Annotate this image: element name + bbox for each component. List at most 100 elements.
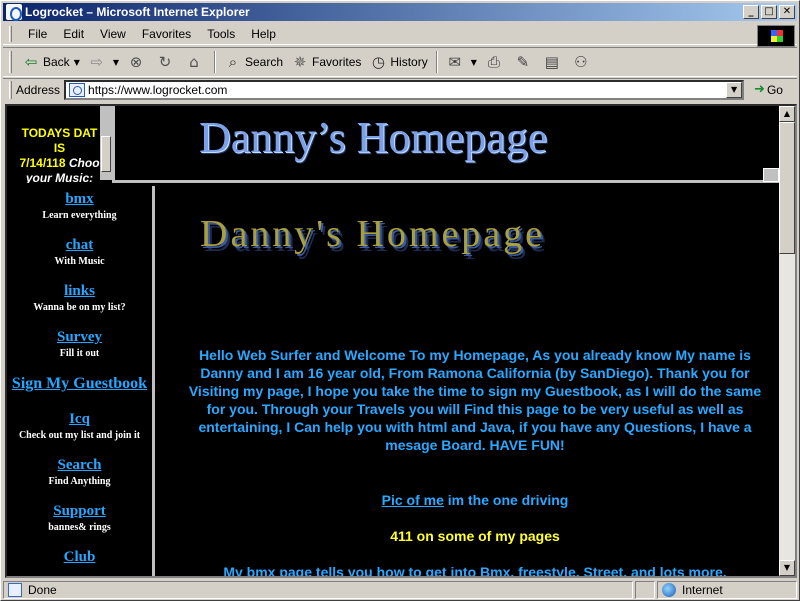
history-button[interactable]: ◷ History: [365, 50, 431, 74]
date-text: TODAYS DAT IS 7/14/118 Choo your Music:: [7, 106, 112, 183]
main-scrollbar[interactable]: ▲ ▼: [779, 106, 795, 576]
menu-help[interactable]: Help: [243, 27, 284, 41]
menu-edit[interactable]: Edit: [55, 27, 92, 41]
stop-button[interactable]: ⊗: [123, 50, 152, 74]
nav-link-support[interactable]: Support: [7, 503, 152, 520]
standard-toolbar: ⇦ Back ▼ ⇨ ▼ ⊗ ↻ ⌂ ⌕ Search ✵ Favorites …: [3, 47, 797, 77]
nav-sub-support: bannes& rings: [48, 522, 111, 533]
close-button[interactable]: ✕: [779, 5, 795, 19]
nav-link-guestbook[interactable]: Sign My Guestbook: [7, 375, 152, 393]
address-input[interactable]: [88, 82, 709, 97]
print-button[interactable]: ⎙: [481, 50, 510, 74]
refresh-button[interactable]: ↻: [152, 50, 181, 74]
print-icon: ⎙: [487, 53, 500, 71]
window-controls: _ □ ✕: [741, 5, 795, 19]
messenger-button[interactable]: ⚇: [568, 50, 597, 74]
favorites-button[interactable]: ✵ Favorites: [287, 50, 365, 74]
discuss-button[interactable]: ▤: [539, 50, 568, 74]
page-content: TODAYS DAT IS 7/14/118 Choo your Music: …: [5, 104, 797, 578]
home-button[interactable]: ⌂: [181, 50, 210, 74]
windows-logo-icon: [757, 25, 795, 47]
pic-line: Pic of me im the one driving: [180, 492, 770, 508]
menu-view[interactable]: View: [92, 27, 134, 41]
top-frame: TODAYS DAT IS 7/14/118 Choo your Music: …: [7, 106, 779, 183]
page-icon: [69, 82, 86, 97]
stop-icon: ⊗: [129, 53, 143, 71]
nav-link-search[interactable]: Search: [7, 457, 152, 474]
favorites-icon: ✵: [293, 53, 307, 71]
nav-item-chat: chat With Music: [7, 237, 152, 267]
favorites-label: Favorites: [312, 55, 362, 69]
nav-link-links[interactable]: links: [7, 283, 152, 300]
pic-of-me-link[interactable]: Pic of me: [382, 492, 444, 508]
choose-music-start: Choo: [68, 156, 100, 170]
address-label: Address: [16, 82, 61, 97]
scroll-up-icon[interactable]: ▲: [779, 106, 795, 122]
nav-sub-icq: Check out my list and join it: [18, 430, 141, 441]
back-dropdown-icon[interactable]: ▼: [74, 58, 80, 67]
nav-link-club[interactable]: Club: [7, 549, 152, 566]
go-arrow-icon: ➜: [754, 82, 765, 97]
menu-tools[interactable]: Tools: [199, 27, 243, 41]
banner-title: Danny’s Homepage: [199, 113, 548, 162]
status-bar: Done Internet: [3, 580, 797, 600]
ie-app-icon: [6, 4, 22, 21]
go-label: Go: [766, 82, 783, 97]
minimize-button[interactable]: _: [743, 5, 759, 19]
nav-item-club: Club: [7, 549, 152, 566]
nav-item-search: Search Find Anything: [7, 457, 152, 487]
go-button[interactable]: ➜ Go: [754, 82, 783, 97]
page-done-icon: [8, 583, 22, 597]
status-panel: Done: [3, 581, 633, 599]
mail-button[interactable]: ✉ ▼: [442, 50, 481, 74]
date-line-2: IS: [53, 141, 66, 155]
edit-button[interactable]: ✎: [510, 50, 539, 74]
search-icon: ⌕: [228, 53, 238, 71]
nav-link-chat[interactable]: chat: [7, 237, 152, 254]
search-button[interactable]: ⌕ Search: [220, 50, 287, 74]
left-nav-frame: bmx Learn everything chat With Music lin…: [7, 186, 155, 576]
status-text: Done: [28, 583, 57, 597]
intro-text: Hello Web Surfer and Welcome To my Homep…: [188, 347, 762, 453]
main-title: Danny's Homepage: [200, 213, 546, 255]
browser-window: Logrocket – Microsoft Internet Explorer …: [0, 0, 800, 601]
address-dropdown-icon[interactable]: ▼: [726, 81, 743, 98]
menu-file[interactable]: File: [20, 27, 55, 41]
broken-image-icon: [763, 168, 779, 182]
nav-item-icq: Icq Check out my list and join it: [7, 411, 152, 441]
nav-link-bmx[interactable]: bmx: [7, 191, 152, 208]
menu-favorites[interactable]: Favorites: [134, 27, 199, 41]
nav-link-icq[interactable]: Icq: [7, 411, 152, 428]
nav-sub-chat: With Music: [54, 256, 105, 267]
address-bar: Address ▼ ➜ Go: [3, 78, 797, 100]
forward-button[interactable]: ⇨ ▼: [84, 50, 123, 74]
back-button[interactable]: ⇦ Back ▼: [18, 50, 84, 74]
address-grip: [9, 80, 12, 99]
zone-panel: Internet: [657, 581, 797, 599]
pic-caption: im the one driving: [443, 492, 569, 508]
nav-sub-search: Find Anything: [48, 476, 111, 487]
forward-dropdown-icon[interactable]: ▼: [113, 58, 119, 67]
scroll-thumb[interactable]: [779, 122, 795, 254]
window-title: Logrocket – Microsoft Internet Explorer: [25, 5, 250, 19]
toolbar-separator: [214, 51, 216, 73]
refresh-icon: ↻: [158, 53, 172, 71]
messenger-icon: ⚇: [574, 53, 588, 71]
date-frame-scroll-thumb[interactable]: [101, 136, 111, 172]
date-line-1: TODAYS DAT: [21, 126, 98, 140]
back-label: Back: [43, 55, 70, 69]
nav-item-support: Support bannes& rings: [7, 503, 152, 533]
mail-dropdown-icon[interactable]: ▼: [471, 58, 477, 67]
address-box[interactable]: ▼: [64, 79, 745, 100]
forward-arrow-icon: ⇨: [90, 53, 104, 71]
home-icon: ⌂: [189, 53, 199, 71]
scroll-down-icon[interactable]: ▼: [779, 560, 795, 576]
date-line-4: your Music:: [25, 171, 94, 183]
date-value: 7/14/118: [19, 156, 66, 170]
nav-link-survey[interactable]: Survey: [7, 329, 152, 346]
nav-sub-survey: Fill it out: [59, 348, 100, 359]
date-frame-scrollbar[interactable]: [100, 106, 112, 180]
nav-sub-bmx: Learn everything: [42, 210, 117, 221]
bmx-line: My bmx page tells you how to get into Bm…: [223, 564, 727, 578]
maximize-button[interactable]: □: [761, 5, 777, 19]
